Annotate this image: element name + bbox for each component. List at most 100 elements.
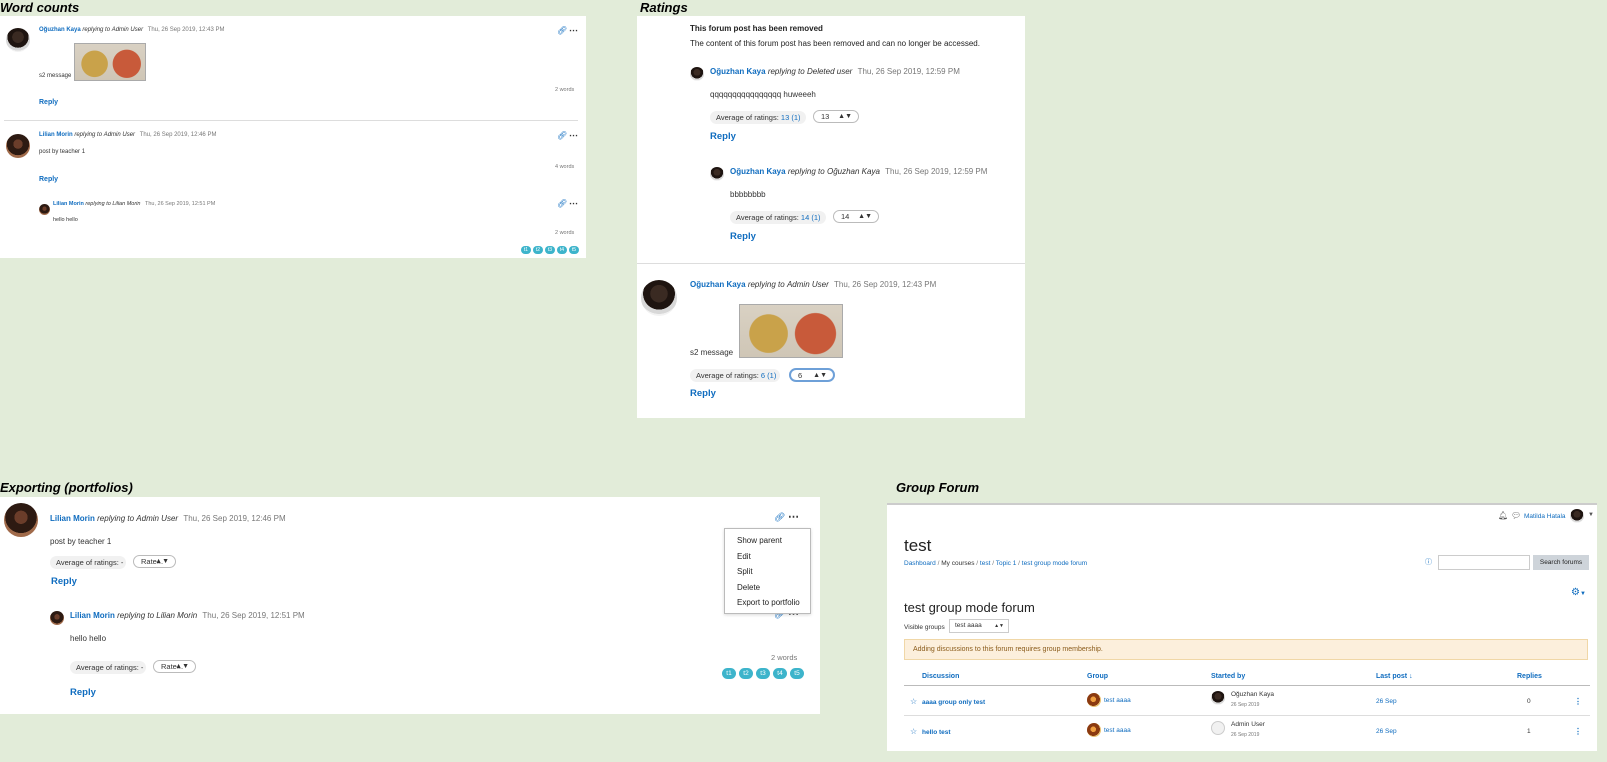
tag[interactable]: t1 (722, 668, 736, 679)
author-avatar[interactable] (6, 134, 30, 158)
discussion-link[interactable]: hello test (922, 729, 951, 736)
menu-item-edit[interactable]: Edit (737, 552, 751, 561)
reply-link[interactable]: Reply (51, 576, 77, 587)
tag[interactable]: t3 (545, 246, 555, 254)
reply-link[interactable]: Reply (690, 388, 716, 399)
permalink-icon[interactable]: 🔗︎ (557, 26, 567, 35)
author-link[interactable]: Oğuzhan Kaya (690, 280, 746, 289)
rating-select[interactable]: Rate... ▲▼ (133, 555, 176, 568)
menu-item-split[interactable]: Split (737, 567, 753, 576)
chat-icon[interactable]: 💬︎ (1511, 511, 1521, 520)
breadcrumb-dashboard[interactable]: Dashboard (904, 560, 936, 567)
author-link[interactable]: Lilian Morin (70, 611, 115, 620)
reply-link[interactable]: Reply (39, 176, 58, 183)
rating-select[interactable]: 14 ▲▼ (833, 210, 879, 223)
author-link[interactable]: Oğuzhan Kaya (39, 27, 81, 33)
author-avatar[interactable] (50, 611, 64, 625)
author-avatar[interactable] (4, 503, 38, 537)
author-avatar[interactable] (39, 204, 50, 215)
author-link[interactable]: Lilian Morin (39, 132, 73, 138)
select-caret-icon: ▲▼ (175, 663, 189, 670)
menu-item-show-parent[interactable]: Show parent (737, 536, 782, 545)
author-link[interactable]: Lilian Morin (50, 514, 95, 523)
starter-avatar[interactable] (1211, 691, 1225, 705)
column-last-post[interactable]: Last post ↓ (1376, 673, 1413, 680)
breadcrumb-course[interactable]: test (980, 560, 990, 567)
permalink-icon[interactable]: 🔗︎ (557, 199, 567, 208)
group-membership-notice: Adding discussions to this forum require… (904, 639, 1588, 660)
author-avatar[interactable] (641, 280, 677, 316)
post-header: Lilian Morin replying to Admin User Thu,… (50, 514, 286, 523)
last-post-link[interactable]: 26 Sep (1376, 728, 1397, 735)
rating-select[interactable]: Rate... ▲▼ (153, 660, 196, 673)
visible-groups-select[interactable]: test aaaa ▲▼ (949, 619, 1009, 633)
more-options-icon[interactable]: ⋯ (569, 198, 578, 209)
tag[interactable]: t5 (790, 668, 804, 679)
menu-item-delete[interactable]: Delete (737, 583, 760, 592)
author-link[interactable]: Oğuzhan Kaya (710, 67, 766, 76)
group-link[interactable]: test aaaa (1104, 697, 1131, 704)
group-link[interactable]: test aaaa (1104, 727, 1131, 734)
permalink-icon[interactable]: 🔗︎ (557, 131, 567, 140)
select-caret-icon: ▲▼ (858, 213, 872, 220)
column-replies[interactable]: Replies (1517, 673, 1542, 680)
search-forums-button[interactable]: Search forums (1533, 555, 1589, 570)
post-message: s2 message (690, 348, 734, 357)
author-link[interactable]: Oğuzhan Kaya (730, 167, 786, 176)
starter-name[interactable]: Admin User (1231, 721, 1265, 728)
tag[interactable]: t4 (557, 246, 567, 254)
author-avatar[interactable] (6, 28, 30, 52)
user-name[interactable]: Matilda Hatala (1524, 513, 1566, 520)
post-message: bbbbbbbb (730, 190, 766, 199)
tag[interactable]: t2 (739, 668, 753, 679)
author-avatar[interactable] (710, 167, 724, 181)
breadcrumb-topic[interactable]: Topic 1 (996, 560, 1017, 567)
star-icon[interactable]: ☆ (910, 697, 917, 706)
gear-icon[interactable]: ⚙︎▼ (1571, 587, 1586, 598)
rating-select[interactable]: 6 ▲▼ (789, 368, 835, 382)
tag[interactable]: t4 (773, 668, 787, 679)
rating-count-link[interactable]: 13 (1) (781, 113, 801, 122)
section-title-ratings: Ratings (640, 0, 688, 15)
discussion-link[interactable]: aaaa group only test (922, 699, 985, 706)
column-started-by[interactable]: Started by (1211, 673, 1245, 680)
post-message: s2 message (39, 73, 72, 79)
permalink-icon[interactable]: 🔗︎ (774, 512, 785, 523)
kebab-menu-icon[interactable]: ⋮ (1574, 727, 1582, 736)
tag[interactable]: t1 (521, 246, 531, 254)
kebab-menu-icon[interactable]: ⋮ (1574, 697, 1582, 706)
rating-count-link[interactable]: 6 (1) (761, 371, 776, 380)
post-date: Thu, 26 Sep 2019, 12:59 PM (885, 167, 988, 176)
star-icon[interactable]: ☆ (910, 727, 917, 736)
reply-link[interactable]: Reply (730, 231, 756, 242)
search-input[interactable] (1438, 555, 1530, 570)
last-post-link[interactable]: 26 Sep (1376, 698, 1397, 705)
help-icon[interactable]: ⓘ (1425, 557, 1432, 567)
rating-count-link[interactable]: 14 (1) (801, 213, 821, 222)
tag[interactable]: t3 (756, 668, 770, 679)
column-group[interactable]: Group (1087, 673, 1108, 680)
tag[interactable]: t5 (569, 246, 579, 254)
menu-item-export-portfolio[interactable]: Export to portfolio (737, 598, 800, 607)
user-avatar[interactable] (1570, 509, 1584, 523)
more-options-icon[interactable]: ⋯ (569, 25, 578, 36)
breadcrumb-forum[interactable]: test group mode forum (1022, 560, 1087, 567)
more-options-icon[interactable]: ⋯ (569, 130, 578, 141)
reply-link[interactable]: Reply (710, 131, 736, 142)
post-date: Thu, 26 Sep 2019, 12:51 PM (144, 201, 216, 207)
author-link[interactable]: Lilian Morin (53, 201, 84, 207)
post-header: Lilian Morin replying to Lilian Morin Th… (53, 201, 216, 207)
starter-name[interactable]: Oğuzhan Kaya (1231, 691, 1274, 698)
tag[interactable]: t2 (533, 246, 543, 254)
reply-link[interactable]: Reply (70, 687, 96, 698)
starter-avatar[interactable] (1211, 721, 1225, 735)
more-options-icon[interactable]: ⋯ (788, 510, 799, 523)
column-discussion[interactable]: Discussion (922, 673, 959, 680)
reply-link[interactable]: Reply (39, 99, 58, 106)
bell-icon[interactable]: 🔔︎ (1498, 511, 1508, 520)
attached-image (74, 43, 146, 81)
post-date: Thu, 26 Sep 2019, 12:46 PM (183, 514, 286, 523)
rating-select[interactable]: 13 ▲▼ (813, 110, 859, 123)
user-menu-caret-icon[interactable]: ▼ (1588, 512, 1594, 518)
author-avatar[interactable] (690, 67, 704, 81)
